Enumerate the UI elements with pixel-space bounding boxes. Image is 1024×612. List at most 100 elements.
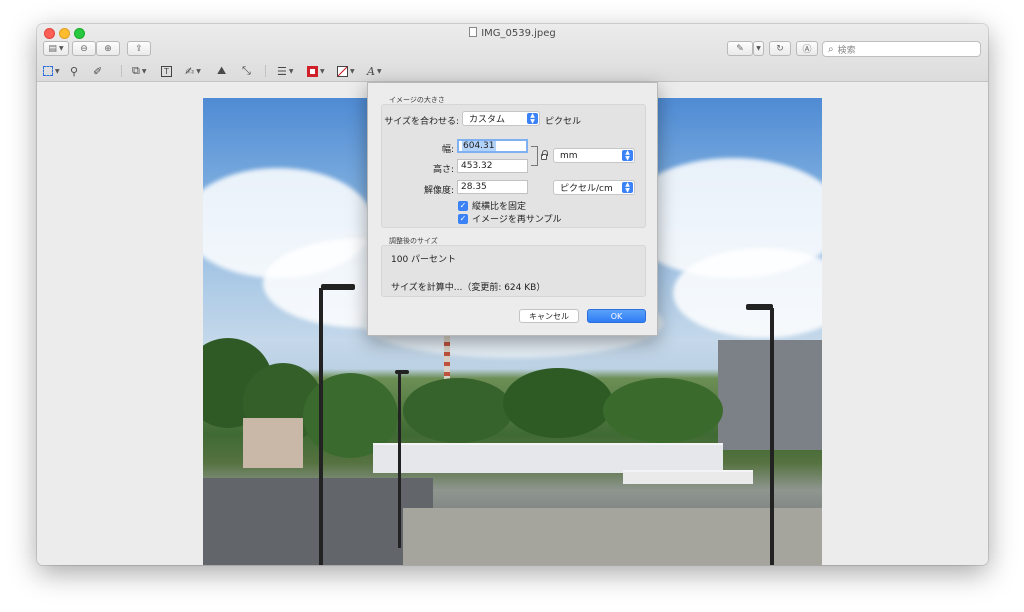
annotate-button[interactable]: Ⓐ — [796, 41, 818, 56]
photo-tree — [503, 368, 613, 438]
window-title-text: IMG_0539.jpeg — [481, 28, 556, 39]
chevron-down-icon: ▼ — [288, 67, 294, 75]
photo-bus-terminal-roof — [623, 470, 753, 484]
rotate-icon: ↻ — [776, 43, 784, 54]
share-button[interactable]: ⇪ — [127, 41, 151, 56]
width-value: 604.31 — [462, 141, 496, 151]
chevron-down-icon: ▼ — [141, 67, 147, 75]
photo-tree — [603, 378, 723, 443]
photo-street-lamp-head — [746, 304, 773, 310]
height-field[interactable]: 453.32 — [457, 159, 528, 173]
lock-icon[interactable] — [541, 150, 548, 160]
fit-into-unit-label: ピクセル — [545, 117, 582, 127]
resolution-label: 解像度: — [423, 186, 454, 196]
ok-button[interactable]: OK — [587, 309, 646, 323]
zoom-in-icon: ⊕ — [104, 43, 112, 54]
shapes-tool[interactable]: ⧉ ▼ — [132, 63, 146, 79]
photo-street-lamp — [770, 308, 774, 565]
magic-wand-icon: ⚲ — [70, 64, 79, 78]
cancel-button[interactable]: キャンセル — [519, 309, 579, 323]
aspect-link-bracket — [531, 146, 538, 166]
photo-street-lamp-head — [395, 370, 409, 374]
adjust-size-tool[interactable]: ⤡ — [242, 63, 251, 79]
photo-plaza — [403, 508, 822, 565]
chevron-down-icon: ▼ — [756, 45, 761, 52]
sidebar-icon: ▤ — [48, 43, 57, 54]
constrain-proportions-checkbox[interactable]: ✓ 縦横比を固定 — [458, 199, 526, 212]
share-icon: ⇪ — [135, 43, 143, 54]
height-label: 高さ: — [432, 165, 454, 175]
toolbar-divider — [121, 65, 122, 77]
resolution-field[interactable]: 28.35 — [457, 180, 528, 194]
checkmark-icon: ✓ — [458, 213, 468, 224]
pen-icon: ✎ — [736, 43, 744, 54]
search-placeholder: 検索 — [837, 45, 856, 56]
sidebar-toggle-button[interactable]: ▤ ▼ — [43, 41, 69, 56]
line-style-tool[interactable]: ☰ ▼ — [277, 63, 294, 79]
search-icon: ⌕ — [828, 43, 834, 55]
markup-button[interactable]: ✎ — [727, 41, 753, 56]
constrain-proportions-label: 縦横比を固定 — [472, 202, 527, 212]
size-unit-popup[interactable]: mm ▲ ▼ — [553, 148, 635, 163]
resolution-unit-value: ピクセル/cm — [560, 184, 613, 194]
text-box-icon: T — [161, 65, 172, 77]
title-bar: IMG_0539.jpeg ▤ ▼ ⊖ ⊕ ⇪ ✎ ▼ ↻ Ⓐ ⌕ 検索 ▼ ⚲… — [37, 24, 988, 82]
document-icon — [469, 27, 478, 37]
photo-street-lamp-head — [321, 284, 355, 290]
adjust-color-tool[interactable]: ⛰ — [217, 63, 226, 79]
resample-image-label: イメージを再サンプル — [472, 215, 562, 225]
photo-building — [243, 418, 303, 468]
popup-arrows-icon: ▲ ▼ — [622, 182, 633, 193]
size-unit-value: mm — [560, 150, 578, 161]
chevron-down-icon: ▼ — [58, 45, 64, 52]
annotate-circle-icon: Ⓐ — [802, 45, 812, 55]
chevron-down-icon: ▼ — [320, 67, 325, 75]
search-field[interactable]: ⌕ 検索 — [822, 41, 981, 57]
text-tool[interactable]: T — [161, 63, 172, 79]
markup-menu-button[interactable]: ▼ — [753, 41, 764, 56]
selection-tool[interactable]: ▼ — [43, 63, 60, 79]
resize-icon: ⤡ — [242, 64, 251, 77]
fill-color-tool[interactable]: ▼ — [337, 63, 355, 79]
zoom-out-button[interactable]: ⊖ — [72, 41, 96, 56]
height-value: 453.32 — [461, 161, 493, 171]
fill-color-icon — [337, 65, 348, 77]
adjust-size-dialog: イメージの大きさ サイズを合わせる: カスタム ▲ ▼ ピクセル 幅: 604.3… — [367, 82, 658, 336]
photo-street-lamp — [398, 373, 401, 548]
border-color-tool[interactable]: ▼ — [307, 63, 325, 79]
photo-street-lamp — [319, 288, 323, 565]
shapes-icon: ⧉ — [132, 64, 140, 77]
signature-icon: ✍ — [185, 64, 195, 78]
width-field[interactable]: 604.31 — [457, 139, 528, 153]
resolution-unit-popup[interactable]: ピクセル/cm ▲ ▼ — [553, 180, 635, 195]
percent-text: 100 パーセント — [391, 255, 457, 265]
window-title: IMG_0539.jpeg — [37, 27, 988, 39]
text-style-tool[interactable]: A ▼ — [367, 63, 382, 79]
rotate-button[interactable]: ↻ — [769, 41, 791, 56]
instant-alpha-tool[interactable]: ⚲ — [70, 63, 78, 79]
sign-tool[interactable]: ✍ ▼ — [185, 63, 201, 79]
photo-tree — [403, 378, 513, 443]
chevron-down-icon: ▼ — [196, 67, 201, 75]
zoom-out-icon: ⊖ — [80, 43, 88, 54]
fit-into-popup[interactable]: カスタム ▲ ▼ — [462, 111, 540, 126]
width-label: 幅: — [441, 145, 454, 155]
resample-image-checkbox[interactable]: ✓ イメージを再サンプル — [458, 212, 562, 225]
line-style-icon: ☰ — [277, 64, 287, 78]
chevron-down-icon: ▼ — [55, 67, 60, 75]
computing-size-text: サイズを計算中...（変更前: 624 KB） — [391, 283, 546, 293]
popup-arrows-icon: ▲ ▼ — [622, 150, 633, 161]
sketch-tool[interactable]: ✐ — [93, 63, 102, 79]
photo-bus-terminal-roof — [373, 443, 723, 473]
font-style-icon: A — [367, 64, 375, 78]
checkmark-icon: ✓ — [458, 200, 468, 211]
border-color-icon — [307, 65, 318, 77]
popup-arrows-icon: ▲ ▼ — [527, 113, 538, 124]
chevron-down-icon: ▼ — [350, 67, 355, 75]
resolution-value: 28.35 — [461, 182, 487, 192]
zoom-in-button[interactable]: ⊕ — [96, 41, 120, 56]
chevron-down-icon: ▼ — [376, 67, 382, 75]
adjust-color-icon: ⛰ — [217, 64, 227, 77]
rectangular-selection-icon — [43, 66, 53, 76]
fit-into-value: カスタム — [469, 115, 506, 125]
